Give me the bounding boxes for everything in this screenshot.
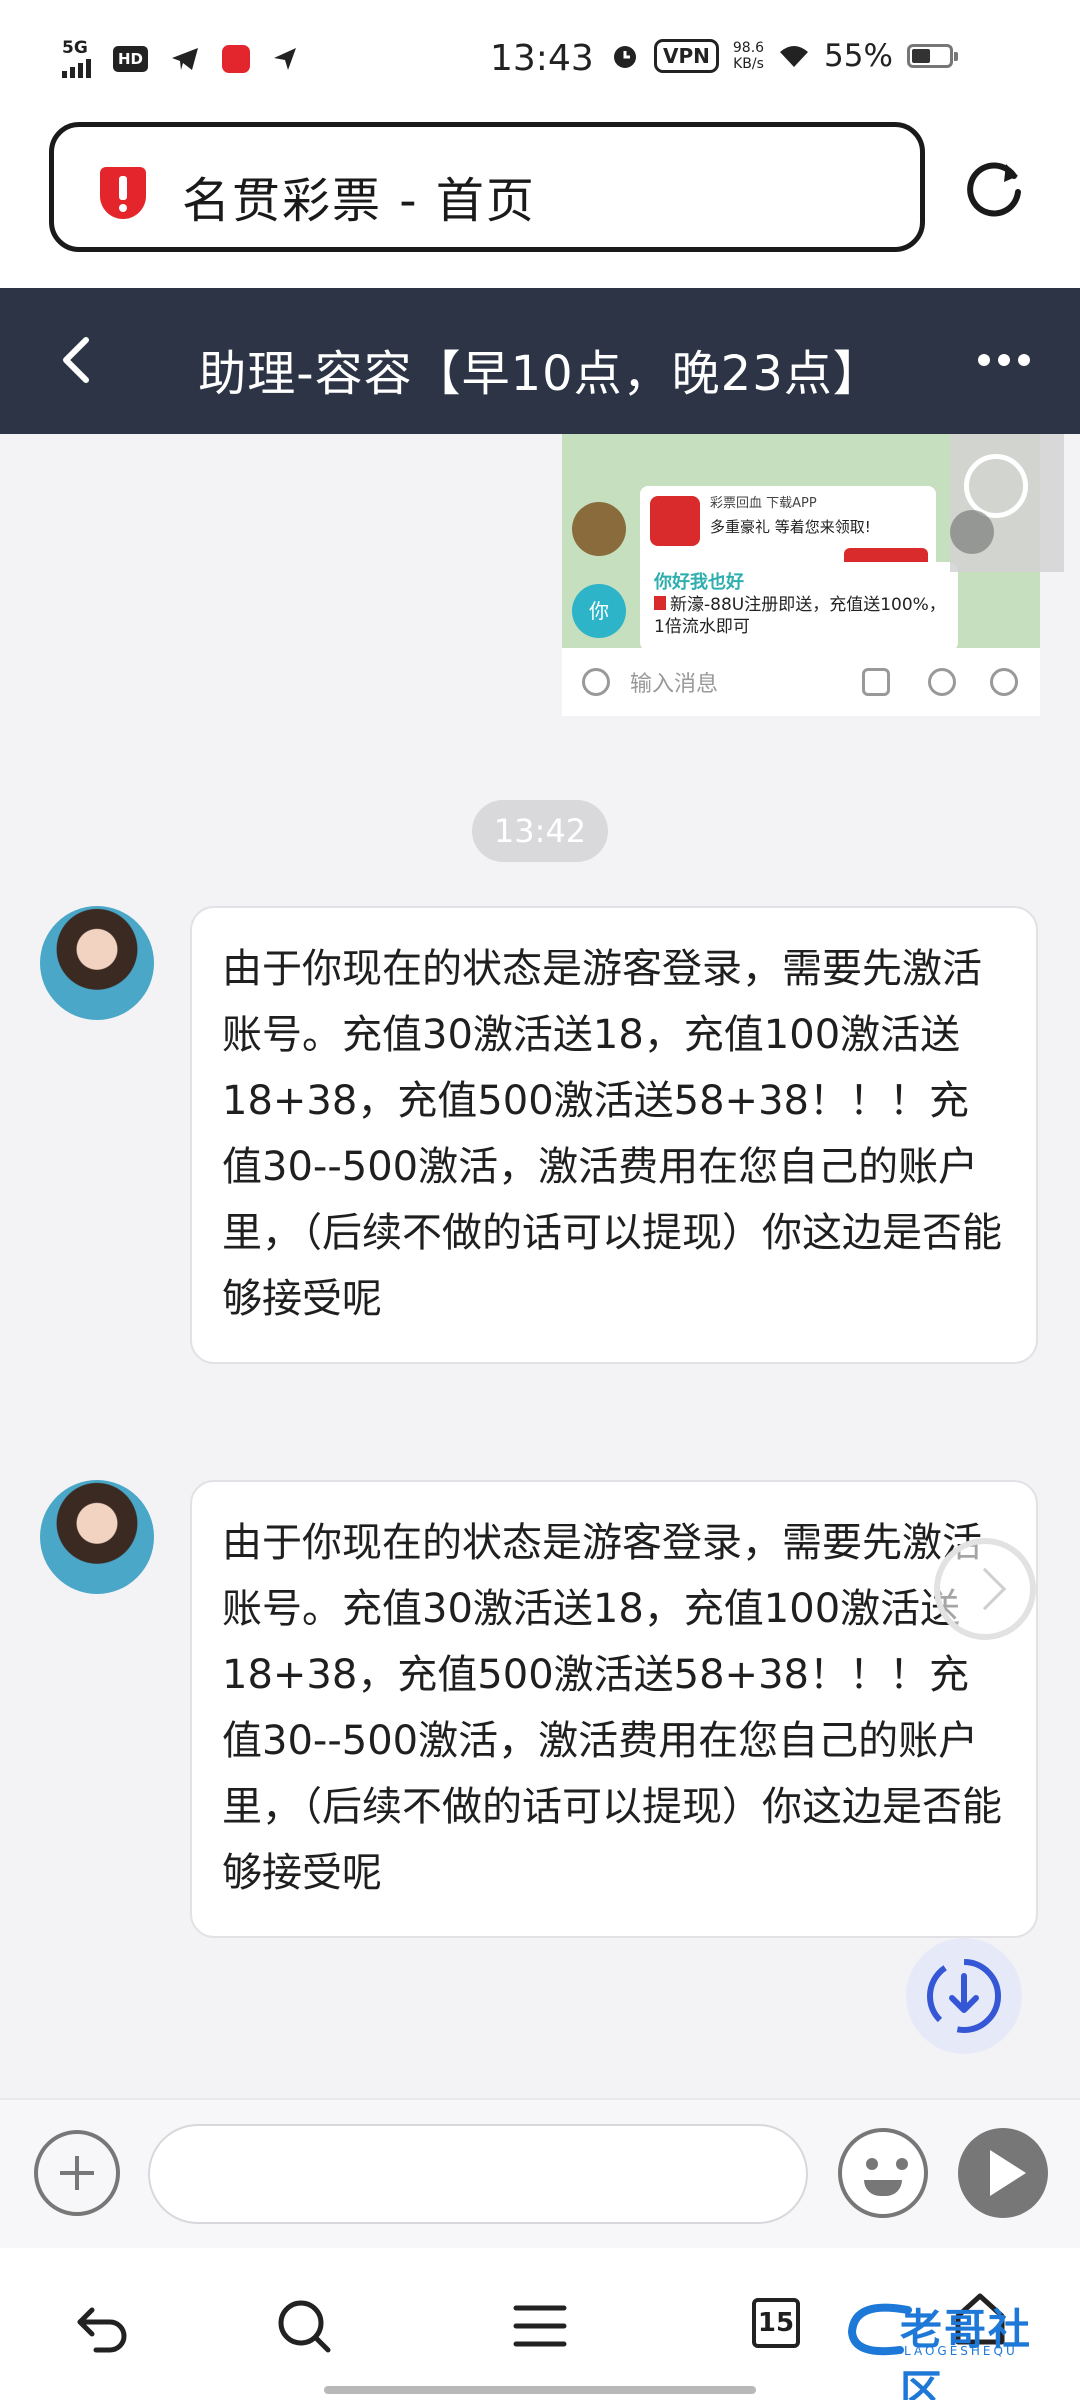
navigation-icon [274, 48, 297, 70]
page-title[interactable]: 名贯彩票 - 首页 [182, 161, 536, 231]
menu-icon[interactable] [510, 2296, 570, 2356]
shield-icon[interactable] [100, 167, 146, 219]
battery-percent: 55% [824, 38, 893, 74]
send-icon[interactable] [958, 2128, 1048, 2218]
undo-icon[interactable] [72, 2296, 132, 2356]
image-input-row: 输入消息 [562, 648, 1040, 716]
browser-bottom-nav: 15 老哥社区 LAOGESHEQU [0, 2248, 1080, 2400]
search-icon[interactable] [274, 2296, 334, 2356]
share-icon[interactable] [950, 510, 994, 554]
you-avatar: 你 [572, 584, 626, 638]
status-right-icons: VPN 98.6 KB/s 55% [610, 38, 958, 74]
home-indicator[interactable] [324, 2386, 756, 2394]
download-icon[interactable] [906, 1938, 1022, 2054]
emoji-icon[interactable] [838, 2128, 928, 2218]
watermark-subtext: LAOGESHEQU [904, 2344, 1018, 2358]
image-bubble-text: 新濠-88U注册即送，充值送100%，1倍流水即可 [654, 595, 946, 637]
attach-icon [928, 668, 956, 696]
collapse-icon[interactable] [934, 1538, 1036, 1640]
image-bubble-title: 你好我也好 [654, 572, 744, 593]
message-input-bar [0, 2098, 1080, 2248]
emoji-icon [582, 668, 610, 696]
image-chat-bubble: 你好我也好 新濠-88U注册即送，充值送100%，1倍流水即可 [640, 562, 958, 652]
hd-icon: HD [113, 46, 149, 72]
promo-line: 多重豪礼 等着您来领取! [710, 518, 871, 536]
chat-messages[interactable]: 彩票回血 下载APP 多重豪礼 等着您来领取! 你 你好我也好 新濠-88U注册… [0, 434, 1080, 2098]
signal-icon: 5G [62, 40, 91, 78]
app-notification-icon [222, 45, 251, 73]
watermark-logo: 老哥社区 LAOGESHEQU [844, 2288, 1064, 2400]
chat-header: 助理-容容【早10点，晚23点】 [0, 288, 1080, 434]
plus-icon[interactable] [34, 2130, 120, 2216]
clock: 13:43 [490, 38, 594, 79]
sender-avatar-small [572, 502, 626, 556]
network-type: 5G [62, 38, 88, 58]
avatar[interactable] [40, 1480, 154, 1594]
message-input[interactable] [148, 2124, 808, 2224]
message-bubble[interactable]: 由于你现在的状态是游客登录，需要先激活账号。充值30激活送18，充值100激活送… [190, 906, 1038, 1364]
mic-icon [990, 668, 1018, 696]
avatar[interactable] [40, 906, 154, 1020]
timestamp-pill: 13:42 [472, 800, 608, 862]
speed-unit: KB/s [733, 56, 764, 72]
alarm-icon [614, 46, 636, 68]
battery-icon [906, 44, 958, 68]
tab-count[interactable]: 15 [752, 2298, 800, 2348]
status-bar: 5G HD 13:43 VPN 98.6 KB/s 55% [0, 0, 1080, 118]
chat-title: 助理-容容【早10点，晚23点】 [198, 346, 882, 402]
telegram-icon [172, 48, 199, 70]
promo-top-text: 彩票回血 下载APP [710, 496, 817, 511]
app-logo [650, 496, 700, 546]
status-left-icons: 5G HD [62, 40, 298, 78]
wifi-icon [780, 46, 809, 67]
reload-icon[interactable] [960, 154, 1030, 224]
command-icon [862, 668, 890, 696]
message-bubble[interactable]: 由于你现在的状态是游客登录，需要先激活账号。充值30激活送18，充值100激活送… [190, 1480, 1038, 1938]
image-input-placeholder: 输入消息 [630, 672, 719, 697]
speed-value: 98.6 [732, 40, 765, 56]
more-icon[interactable] [978, 340, 1038, 380]
vpn-badge: VPN [654, 39, 719, 73]
browser-toolbar: 名贯彩票 - 首页 [0, 118, 1080, 288]
address-bar[interactable]: 名贯彩票 - 首页 [49, 122, 925, 252]
network-speed: 98.6 KB/s [733, 40, 764, 72]
